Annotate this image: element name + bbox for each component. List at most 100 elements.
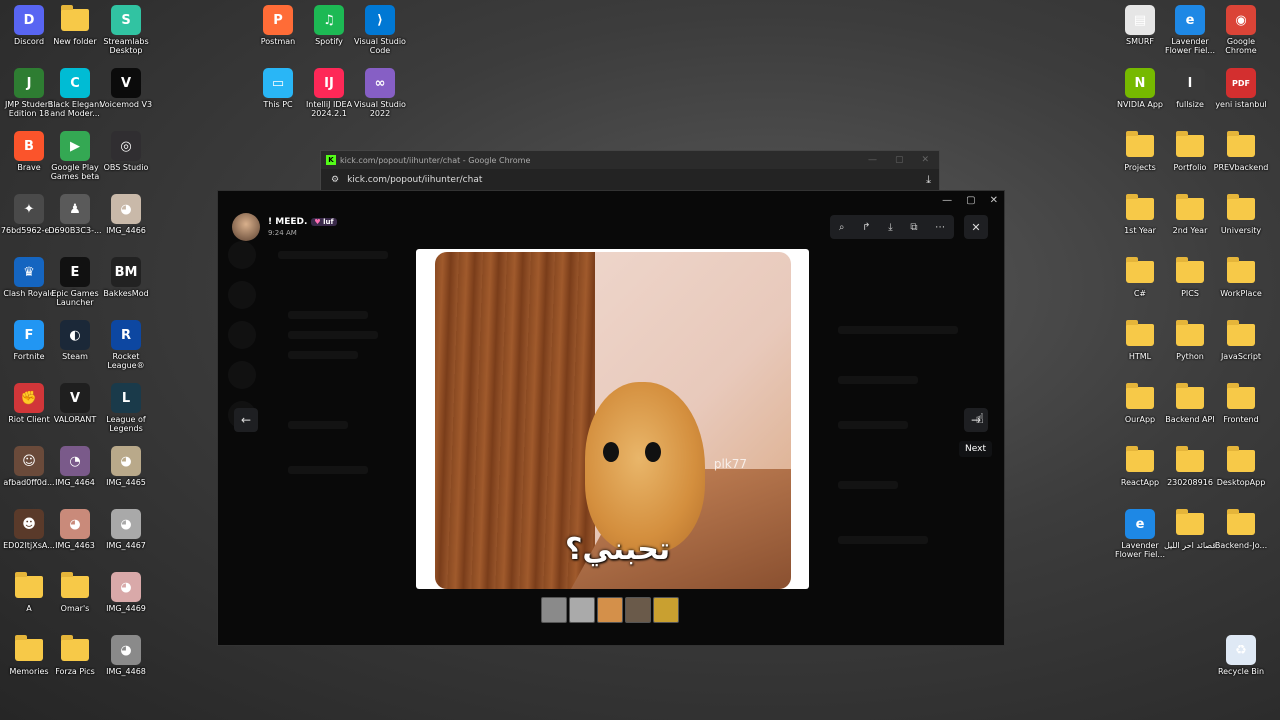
desktop-icon[interactable]: E Epic Games Launcher [46, 257, 104, 307]
close-icon[interactable]: ✕ [921, 155, 929, 165]
desktop-icon-label: 1st Year [1124, 226, 1156, 235]
desktop-icon[interactable]: ◕ IMG_4469 [97, 572, 155, 613]
app-icon: e [1125, 509, 1155, 539]
desktop-icon[interactable]: ▭ This PC [249, 68, 307, 109]
desktop-icon-label: Discord [13, 37, 45, 46]
zoom-icon[interactable]: ⌕ [839, 222, 845, 233]
more-icon[interactable]: ⋯ [935, 222, 945, 233]
desktop-icon[interactable]: V VALORANT [46, 383, 104, 424]
desktop-icon[interactable]: ◕ IMG_4463 [46, 509, 104, 550]
media-image-frame[interactable]: plk77 تحبني؟ [416, 249, 809, 589]
folder-icon [1176, 383, 1204, 409]
desktop-icon[interactable]: ◕ IMG_4467 [97, 509, 155, 550]
desktop-icon[interactable]: ◕ IMG_4466 [97, 194, 155, 235]
desktop-icon[interactable]: University [1212, 194, 1270, 235]
desktop-icon[interactable]: ♻ Recycle Bin [1212, 635, 1270, 676]
desktop-icon[interactable]: V Voicemod V3 [97, 68, 155, 109]
desktop-icon-label: IMG_4464 [55, 478, 95, 487]
desktop-icon[interactable]: ▶ Google Play Games beta [46, 131, 104, 181]
media-thumbnail[interactable] [569, 597, 595, 623]
desktop-icon[interactable]: Backend-Jo... [1212, 509, 1270, 550]
desktop-icon[interactable]: R Rocket League® [97, 320, 155, 370]
desktop-icon[interactable]: ♫ Spotify [300, 5, 358, 46]
maximize-icon[interactable]: ▢ [895, 155, 904, 165]
download-icon[interactable]: ⤓ [926, 173, 931, 187]
desktop-icon[interactable]: WorkPlace [1212, 257, 1270, 298]
desktop-icon[interactable]: ⟩ Visual Studio Code [351, 5, 409, 55]
desktop-icon-label: HTML [1128, 352, 1152, 361]
author-name[interactable]: ! MEED. [268, 217, 307, 227]
desktop-icon[interactable]: IJ IntelliJ IDEA 2024.2.1 [300, 68, 358, 118]
desktop-icon-label: Portfolio [1173, 163, 1207, 172]
desktop-icon[interactable]: ◕ IMG_4465 [97, 446, 155, 487]
desktop-icon[interactable]: ♟ D690B3C3-... [46, 194, 104, 235]
app-icon: ◕ [111, 194, 141, 224]
site-settings-icon[interactable]: ⚙ [331, 175, 339, 185]
desktop-icon-label: Forza Pics [55, 667, 95, 676]
maximize-icon[interactable]: ▢ [966, 195, 975, 206]
desktop-icon[interactable]: Backend API [1161, 383, 1219, 424]
desktop-icon[interactable]: Forza Pics [46, 635, 104, 676]
avatar[interactable] [232, 213, 260, 241]
app-icon: ☻ [14, 509, 44, 539]
desktop-icon[interactable]: BM BakkesMod [97, 257, 155, 298]
desktop-icon[interactable]: e Lavender Flower Fiel... [1161, 5, 1219, 55]
desktop-icon[interactable]: Omar's [46, 572, 104, 613]
desktop-icon-label: yeni istanbul [1215, 100, 1267, 109]
media-thumbnail[interactable] [597, 597, 623, 623]
desktop-icon-label: OBS Studio [103, 163, 149, 172]
minimize-icon[interactable]: — [868, 155, 877, 165]
previous-button[interactable]: ← [234, 408, 258, 432]
desktop-icon[interactable]: ا fullsize [1161, 68, 1219, 109]
author-tag: ♥ luf [311, 218, 337, 226]
desktop-icon[interactable]: PICS [1161, 257, 1219, 298]
chrome-titlebar: K kick.com/popout/iihunter/chat - Google… [321, 151, 939, 169]
desktop-icon[interactable]: ◕ IMG_4468 [97, 635, 155, 676]
app-icon: ♛ [14, 257, 44, 287]
desktop-icon[interactable]: S Streamlabs Desktop [97, 5, 155, 55]
desktop-icon[interactable]: Python [1161, 320, 1219, 361]
desktop-icon[interactable]: DesktopApp [1212, 446, 1270, 487]
close-icon[interactable]: ✕ [990, 195, 998, 206]
chrome-address-bar[interactable]: ⚙ kick.com/popout/iihunter/chat ⤓ [321, 169, 939, 191]
minimize-icon[interactable]: — [942, 195, 952, 206]
download-icon[interactable]: ⤓ [888, 222, 892, 233]
desktop-icon[interactable]: PDF yeni istanbul [1212, 68, 1270, 109]
close-viewer-button[interactable]: ✕ [964, 215, 988, 239]
app-icon: ⟩ [365, 5, 395, 35]
desktop-icon-label: IMG_4469 [106, 604, 146, 613]
desktop-icon-label: Google Play Games beta [50, 163, 100, 181]
open-external-icon[interactable]: ⧉ [910, 222, 917, 233]
desktop-icon[interactable]: P Postman [249, 5, 307, 46]
desktop-icon[interactable]: PREVbackend [1212, 131, 1270, 172]
desktop-icon[interactable]: L League of Legends [97, 383, 155, 433]
media-thumbnail[interactable] [541, 597, 567, 623]
folder-icon [1176, 320, 1204, 346]
desktop-icon[interactable]: C Black Elegant and Moder... [46, 68, 104, 118]
folder-icon [61, 635, 89, 661]
desktop-icon[interactable]: ◔ IMG_4464 [46, 446, 104, 487]
app-icon: ◐ [60, 320, 90, 350]
desktop-icon[interactable]: ◉ Google Chrome [1212, 5, 1270, 55]
media-thumbnail[interactable] [653, 597, 679, 623]
discord-window[interactable]: — ▢ ✕ ! MEED. ♥ luf 9:24 AM ⌕ ↱ ⤓ ⧉ ⋯ ✕ [217, 190, 1005, 646]
desktop-icon[interactable]: ◎ OBS Studio [97, 131, 155, 172]
desktop-icon[interactable]: New folder [46, 5, 104, 46]
desktop-icon-label: Frontend [1223, 415, 1259, 424]
media-thumbnail[interactable] [625, 597, 651, 623]
desktop-icon[interactable]: ∞ Visual Studio 2022 [351, 68, 409, 118]
share-icon[interactable]: ↱ [862, 222, 870, 233]
desktop-icon-label: Visual Studio 2022 [354, 100, 406, 118]
desktop-icon[interactable]: قصائد احر الليل [1161, 509, 1219, 550]
chrome-window[interactable]: K kick.com/popout/iihunter/chat - Google… [320, 150, 940, 195]
message-timestamp: 9:24 AM [268, 229, 297, 237]
desktop-icon[interactable]: ◐ Steam [46, 320, 104, 361]
desktop-icon[interactable]: Portfolio [1161, 131, 1219, 172]
desktop-icon[interactable]: 230208916 [1161, 446, 1219, 487]
desktop-icon[interactable]: 2nd Year [1161, 194, 1219, 235]
desktop-icon[interactable]: Frontend [1212, 383, 1270, 424]
desktop-icon-label: PREVbackend [1213, 163, 1269, 172]
desktop-icon[interactable]: JavaScript [1212, 320, 1270, 361]
desktop-icon-label: Visual Studio Code [354, 37, 406, 55]
desktop-icon-label: Streamlabs Desktop [103, 37, 149, 55]
